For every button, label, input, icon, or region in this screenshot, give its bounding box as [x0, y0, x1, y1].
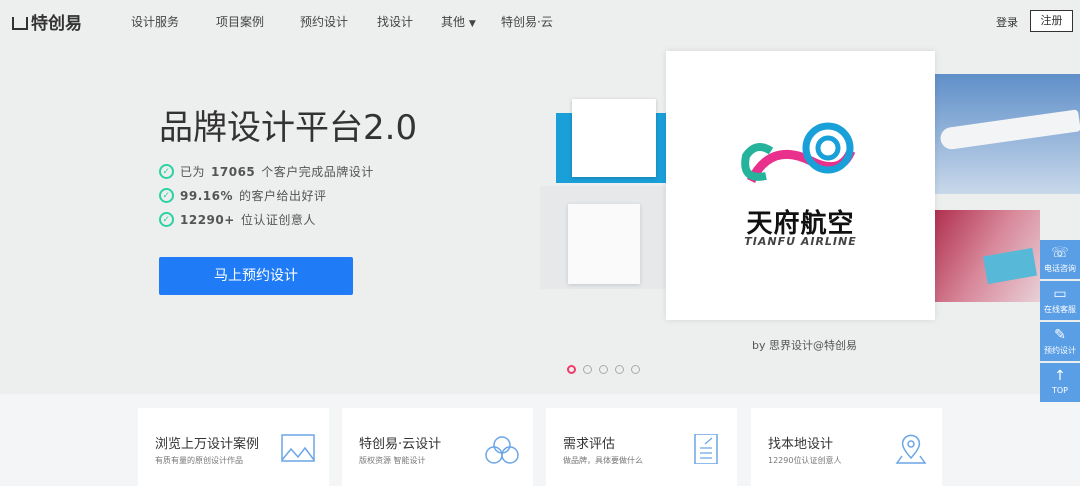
card-title: 找本地设计 [768, 437, 834, 452]
carousel-dot[interactable] [567, 365, 576, 374]
feature-num: 99.16% [180, 188, 233, 203]
card-subtitle: 有质有量的原创设计作品 [155, 456, 243, 465]
feature-text: 个客户完成品牌设计 [261, 165, 374, 179]
register-button[interactable]: 注册 [1030, 10, 1073, 32]
book-design-button[interactable]: 马上预约设计 [159, 257, 353, 295]
carousel-dot[interactable] [615, 365, 624, 374]
nav-other-label: 其他 [441, 15, 466, 29]
document-icon [694, 434, 718, 464]
feature-pre: 已为 [180, 165, 206, 179]
feature-num: 12290+ [180, 212, 235, 227]
side-label: 电话咨询 [1044, 264, 1076, 273]
login-link[interactable]: 登录 [996, 14, 1018, 30]
carousel-dot[interactable] [631, 365, 640, 374]
logo-icon [12, 17, 28, 30]
carousel-dot[interactable] [583, 365, 592, 374]
logo[interactable]: 特创易 [12, 9, 82, 34]
side-phone-consult[interactable]: ☏ 电话咨询 [1040, 240, 1080, 279]
nav-design-services[interactable]: 设计服务 [131, 13, 179, 30]
nav-book-design[interactable]: 预约设计 [300, 13, 348, 30]
carousel-dots [567, 365, 640, 374]
nav-cloud[interactable]: 特创易·云 [501, 13, 553, 30]
showcase-plane-image [935, 74, 1080, 194]
feature-num: 17065 [211, 164, 256, 179]
showcase-tag-image [935, 210, 1040, 302]
side-label: TOP [1051, 386, 1068, 395]
feature-text: 的客户给出好评 [238, 189, 327, 203]
feature-item: ✓ 已为 17065 个客户完成品牌设计 [159, 163, 374, 180]
nav-find-design[interactable]: 找设计 [377, 13, 413, 30]
back-to-top-button[interactable]: ↑ TOP [1040, 363, 1080, 402]
feature-item: ✓ 12290+ 位认证创意人 [159, 211, 316, 228]
cloud-icon [485, 436, 519, 464]
card-subtitle: 版权资源 智能设计 [359, 456, 426, 465]
chevron-down-icon: ▼ [468, 19, 476, 29]
hero-title: 品牌设计平台2.0 [159, 108, 418, 148]
brand-name-en: TIANFU AIRLINE [744, 235, 857, 248]
brand-swirl-icon [741, 122, 856, 184]
location-icon [895, 434, 927, 464]
side-online-service[interactable]: ▭ 在线客服 [1040, 281, 1080, 320]
showcase-credit: by 思界设计@特创易 [752, 339, 857, 352]
card-subtitle: 12290位认证创意人 [768, 456, 842, 465]
nav-other[interactable]: 其他 ▼ [441, 13, 476, 30]
image-icon [281, 434, 315, 462]
check-icon: ✓ [159, 164, 174, 179]
carousel-dot[interactable] [599, 365, 608, 374]
showcase-main-logo[interactable]: 天府航空 TIANFU AIRLINE [666, 51, 935, 320]
top-nav: 特创易 设计服务 项目案例 预约设计 找设计 其他 ▼ 特创易·云 登录 注册 [0, 0, 1080, 42]
card-needs-assessment[interactable]: 需求评估做品牌，具体要做什么 [546, 408, 737, 486]
side-label: 在线客服 [1044, 305, 1076, 314]
card-title: 特创易·云设计 [359, 437, 442, 452]
card-title: 浏览上万设计案例 [155, 437, 260, 452]
side-book-design[interactable]: ✎ 预约设计 [1040, 322, 1080, 361]
feature-text: 位认证创意人 [240, 213, 316, 227]
showcase-pillow-image [556, 99, 671, 183]
check-icon: ✓ [159, 212, 174, 227]
logo-text: 特创易 [31, 14, 82, 34]
card-cloud-design[interactable]: 特创易·云设计版权资源 智能设计 [342, 408, 533, 486]
nav-projects[interactable]: 项目案例 [216, 13, 264, 30]
check-icon: ✓ [159, 188, 174, 203]
edit-icon: ✎ [1054, 327, 1066, 343]
chat-icon: ▭ [1053, 286, 1067, 302]
showcase-bag-image [540, 186, 668, 289]
phone-icon: ☏ [1051, 245, 1069, 261]
card-find-local[interactable]: 找本地设计 12290位认证创意人 [751, 408, 942, 486]
card-subtitle: 做品牌，具体要做什么 [563, 456, 643, 465]
card-title: 需求评估 [563, 437, 616, 452]
side-label: 预约设计 [1044, 346, 1076, 355]
feature-item: ✓ 99.16% 的客户给出好评 [159, 187, 327, 204]
card-browse-cases[interactable]: 浏览上万设计案例有质有量的原创设计作品 [138, 408, 329, 486]
arrow-up-icon: ↑ [1054, 368, 1066, 384]
